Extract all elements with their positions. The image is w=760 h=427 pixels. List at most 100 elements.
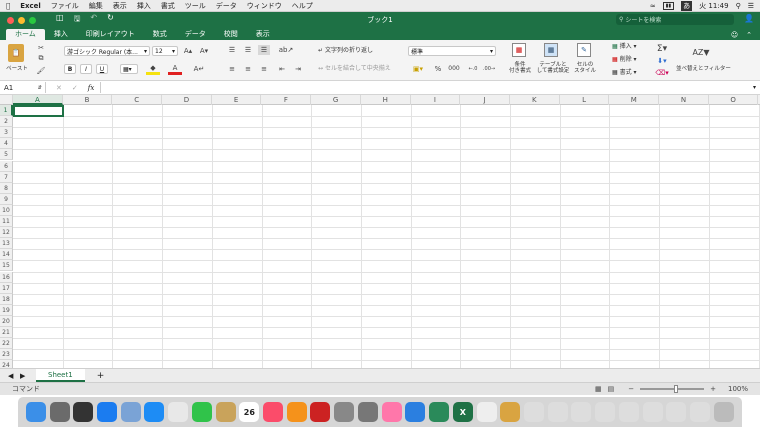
menu-tools[interactable]: ツール <box>185 1 206 11</box>
row-header-2[interactable]: 2 <box>0 116 13 128</box>
column-header-m[interactable]: M <box>609 95 660 105</box>
increase-decimal-icon[interactable]: ←.0 <box>467 63 479 74</box>
input-mode-icon[interactable]: あ <box>681 0 693 11</box>
column-header-b[interactable]: B <box>63 95 113 105</box>
font-color-icon[interactable]: A <box>168 63 182 75</box>
decrease-indent-icon[interactable]: ⇤ <box>276 64 288 74</box>
menu-format[interactable]: 書式 <box>161 1 175 11</box>
tab-insert[interactable]: 挿入 <box>45 29 77 40</box>
battery-icon[interactable]: ▮▮ <box>662 1 675 10</box>
column-header-c[interactable]: C <box>112 95 163 105</box>
align-middle-icon[interactable]: ☰ <box>242 45 254 55</box>
row-header-8[interactable]: 8 <box>0 182 13 194</box>
formula-input[interactable] <box>100 82 753 93</box>
row-header-6[interactable]: 6 <box>0 160 13 172</box>
row-header-22[interactable]: 22 <box>0 338 13 350</box>
row-header-7[interactable]: 7 <box>0 171 13 183</box>
dock-window-icon[interactable] <box>689 402 710 422</box>
spreadsheet-grid[interactable]: ABCDEFGHIJKLMNO 1 2 3 4 5 6 7 8 9 10 11 12 13 14 15 16 1… <box>0 95 760 368</box>
clear-icon[interactable]: ⌫▾ <box>655 68 668 78</box>
merge-center-button[interactable]: ↔ セルを結合して中央揃え <box>318 66 391 72</box>
column-header-d[interactable]: D <box>162 95 212 105</box>
decrease-decimal-icon[interactable]: .00→ <box>483 63 495 74</box>
menu-insert[interactable]: 挿入 <box>137 1 151 11</box>
dock-remote-desktop-icon[interactable] <box>429 402 450 422</box>
next-sheet-icon[interactable]: ▶ <box>20 372 25 380</box>
paste-label[interactable]: ペースト <box>6 66 28 72</box>
row-header-9[interactable]: 9 <box>0 193 13 205</box>
row-header-20[interactable]: 20 <box>0 315 13 327</box>
dock-window-icon[interactable] <box>595 402 616 422</box>
add-sheet-button[interactable]: + <box>97 371 105 381</box>
paste-icon[interactable]: 📋 <box>8 44 24 62</box>
dock-archive-icon[interactable] <box>500 402 521 422</box>
column-header-e[interactable]: E <box>212 95 262 105</box>
underline-button[interactable]: U <box>96 64 108 74</box>
menu-help[interactable]: ヘルプ <box>292 1 313 11</box>
cancel-formula-icon[interactable]: ✕ <box>56 84 62 92</box>
increase-indent-icon[interactable]: ⇥ <box>292 64 304 74</box>
row-header-13[interactable]: 13 <box>0 238 13 250</box>
conditional-format-icon[interactable]: ▦ <box>512 43 526 57</box>
dock-window-icon[interactable] <box>642 402 663 422</box>
decrease-font-icon[interactable]: A▾ <box>198 46 210 56</box>
dock-photo-booth-icon[interactable] <box>310 402 331 422</box>
row-header-1[interactable]: 1 <box>0 105 13 117</box>
spotlight-icon[interactable]: ⚲ <box>736 2 741 10</box>
row-header-21[interactable]: 21 <box>0 327 13 339</box>
zoom-slider-knob[interactable] <box>674 385 679 393</box>
italic-button[interactable]: I <box>80 64 92 74</box>
page-layout-view-icon[interactable]: ▤ <box>608 385 615 393</box>
menu-file[interactable]: ファイル <box>51 1 79 11</box>
menu-view[interactable]: 表示 <box>113 1 127 11</box>
undo-icon[interactable]: ↶ <box>90 13 97 27</box>
align-center-icon[interactable]: ≡ <box>242 64 254 74</box>
autosum-icon[interactable]: Σ▾ <box>656 43 668 54</box>
row-header-10[interactable]: 10 <box>0 204 13 216</box>
redo-icon[interactable]: ↻ <box>107 13 114 27</box>
column-header-a[interactable]: A <box>13 95 63 105</box>
normal-view-icon[interactable]: ▦ <box>595 385 602 393</box>
column-header-i[interactable]: I <box>411 95 461 105</box>
tab-data[interactable]: データ <box>176 29 215 40</box>
insert-cells-button[interactable]: ▦ 挿入 ▾ <box>612 44 637 50</box>
prev-sheet-icon[interactable]: ◀ <box>8 372 13 380</box>
row-header-4[interactable]: 4 <box>0 138 13 150</box>
fill-color-icon[interactable]: ◆ <box>146 63 160 75</box>
row-header-23[interactable]: 23 <box>0 349 13 361</box>
row-header-14[interactable]: 14 <box>0 249 13 261</box>
dock-mission-control-icon[interactable] <box>73 402 94 422</box>
increase-font-icon[interactable]: A▴ <box>182 46 194 56</box>
dock-xcode-icon[interactable] <box>405 402 426 422</box>
table-format-label[interactable]: テーブルと して書式設定 <box>536 62 570 74</box>
dock-safari-icon[interactable] <box>144 402 165 422</box>
dock-window-icon[interactable] <box>523 402 544 422</box>
name-box[interactable]: A1 ⇵ <box>0 82 46 93</box>
dock-window-icon[interactable] <box>571 402 592 422</box>
menu-data[interactable]: データ <box>216 1 237 11</box>
column-header-l[interactable]: L <box>560 95 610 105</box>
row-header-11[interactable]: 11 <box>0 216 13 228</box>
wrap-text-button[interactable]: ↵ 文字列の折り返し <box>318 48 373 54</box>
zoom-in-icon[interactable]: + <box>710 385 716 393</box>
dock-app-store-icon[interactable] <box>97 402 118 422</box>
minimize-window-button[interactable] <box>18 16 25 24</box>
comma-button[interactable]: 000 <box>447 63 461 74</box>
copy-icon[interactable]: ⧉ <box>36 54 46 63</box>
share-user-icon[interactable]: 👤 <box>744 14 754 23</box>
dock-photos-icon[interactable] <box>381 402 402 422</box>
dock-preview-icon[interactable] <box>120 402 141 422</box>
zoom-window-button[interactable] <box>29 16 36 24</box>
menu-edit[interactable]: 編集 <box>89 1 103 11</box>
apple-menu-icon[interactable]:  <box>6 2 10 10</box>
dock-window-icon[interactable] <box>666 402 687 422</box>
sort-filter-icon[interactable]: AZ▼ <box>690 44 712 60</box>
expand-formula-icon[interactable]: ▾ <box>753 84 756 91</box>
sheet-search-input[interactable]: ⚲ シートを検索 <box>616 14 734 25</box>
dock-document-icon[interactable] <box>476 402 497 422</box>
sheet-tab-sheet1[interactable]: Sheet1 <box>36 369 85 382</box>
column-header-j[interactable]: J <box>460 95 510 105</box>
dock-chrome-icon[interactable] <box>168 402 189 422</box>
row-header-15[interactable]: 15 <box>0 260 13 272</box>
row-header-19[interactable]: 19 <box>0 304 13 316</box>
